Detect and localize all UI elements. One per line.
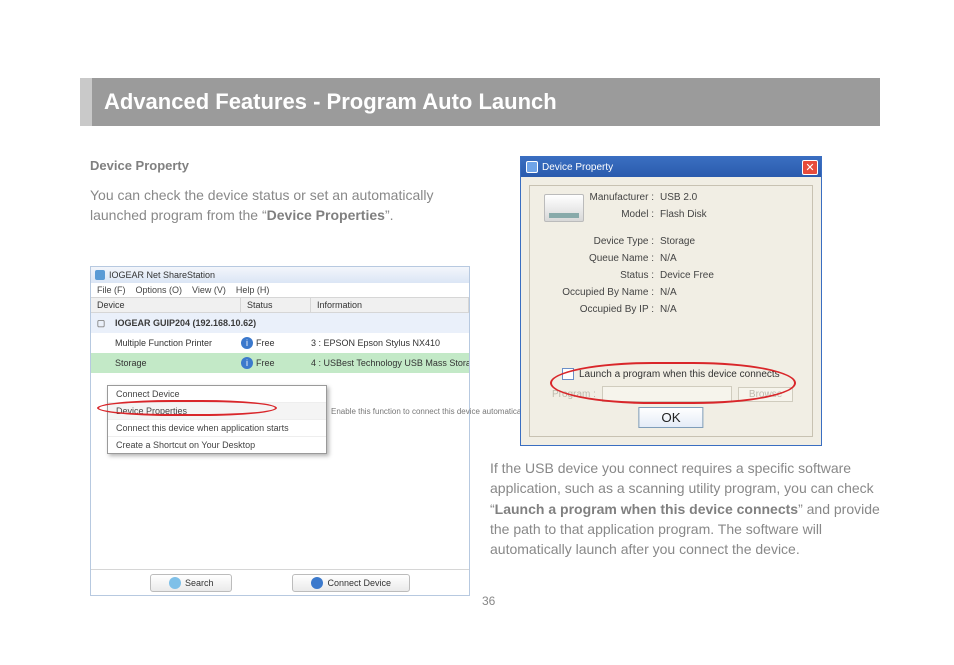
host-row[interactable]: ▢ IOGEAR GUIP204 (192.168.10.62): [91, 313, 469, 333]
lbl-status: Status :: [530, 270, 660, 281]
val-model: Flash Disk: [660, 209, 707, 220]
menu-help[interactable]: Help (H): [236, 285, 270, 295]
page-title: Advanced Features - Program Auto Launch: [104, 89, 557, 115]
search-icon: [169, 577, 181, 589]
lbl-model: Model :: [530, 209, 660, 220]
right-paragraph: If the USB device you connect requires a…: [490, 458, 880, 559]
app-icon: [95, 270, 105, 280]
ctx-device-properties[interactable]: Device Properties: [108, 403, 326, 420]
context-menu: Connect Device Device Properties Connect…: [107, 385, 327, 454]
device-property-dialog: Device Property ✕ Manufacturer :USB 2.0 …: [520, 156, 822, 446]
expand-icon[interactable]: ▢: [91, 318, 111, 329]
sharestation-window: IOGEAR Net ShareStation File (F) Options…: [90, 266, 470, 596]
menubar: File (F) Options (O) View (V) Help (H): [91, 283, 469, 298]
search-label: Search: [185, 578, 214, 588]
val-status: Device Free: [660, 270, 714, 281]
host-label: IOGEAR GUIP204 (192.168.10.62): [111, 318, 256, 328]
device-status: Free: [256, 338, 275, 348]
launch-checkbox[interactable]: [562, 368, 574, 380]
window-title: IOGEAR Net ShareStation: [109, 270, 215, 280]
close-button[interactable]: ✕: [802, 160, 818, 175]
menu-view[interactable]: View (V): [192, 285, 226, 295]
lbl-manufacturer: Manufacturer :: [530, 192, 660, 203]
val-qname: N/A: [660, 253, 677, 264]
device-info: 3 : EPSON Epson Stylus NX410: [311, 338, 469, 348]
device-name: Multiple Function Printer: [111, 338, 241, 348]
dialog-title: Device Property: [542, 162, 613, 173]
val-byip: N/A: [660, 304, 677, 315]
val-byname: N/A: [660, 287, 677, 298]
menu-options[interactable]: Options (O): [136, 285, 183, 295]
ctx-connect[interactable]: Connect Device: [108, 386, 326, 403]
ok-button[interactable]: OK: [638, 407, 703, 428]
connect-label: Connect Device: [327, 578, 391, 588]
connect-device-button[interactable]: Connect Device: [292, 574, 410, 592]
right-bold: Launch a program when this device connec…: [495, 501, 798, 517]
val-devtype: Storage: [660, 236, 695, 247]
dialog-icon: [526, 161, 538, 173]
menu-file[interactable]: File (F): [97, 285, 126, 295]
device-status: Free: [256, 358, 275, 368]
column-headers: Device Status Information: [91, 298, 469, 313]
intro-text: You can check the device status or set a…: [90, 185, 470, 226]
dialog-body: Manufacturer :USB 2.0 Model :Flash Disk …: [529, 185, 813, 437]
col-info: Information: [311, 298, 469, 312]
intro-post: ”.: [385, 207, 394, 223]
list-item-selected[interactable]: Storage iFree 4 : USBest Technology USB …: [91, 353, 469, 373]
lbl-byip: Occupied By IP :: [530, 304, 660, 315]
device-list: ▢ IOGEAR GUIP204 (192.168.10.62) Multipl…: [91, 313, 469, 573]
ctx-autostart-label: Connect this device when application sta…: [116, 423, 289, 433]
launch-checkbox-row[interactable]: Launch a program when this device connec…: [562, 368, 780, 380]
title-accent: [80, 78, 92, 126]
connect-icon: [311, 577, 323, 589]
col-device: Device: [91, 298, 241, 312]
device-name: Storage: [111, 358, 241, 368]
launch-checkbox-label: Launch a program when this device connec…: [579, 369, 780, 380]
ctx-shortcut[interactable]: Create a Shortcut on Your Desktop: [108, 437, 326, 453]
col-status: Status: [241, 298, 311, 312]
device-info: 4 : USBest Technology USB Mass Storage D…: [311, 358, 469, 368]
window-titlebar: IOGEAR Net ShareStation: [91, 267, 469, 283]
ctx-autostart[interactable]: Connect this device when application sta…: [108, 420, 326, 437]
window-footer: Search Connect Device: [91, 569, 469, 595]
dialog-titlebar: Device Property ✕: [521, 157, 821, 177]
lbl-devtype: Device Type :: [530, 236, 660, 247]
val-manufacturer: USB 2.0: [660, 192, 697, 203]
info-icon: i: [241, 357, 253, 369]
search-button[interactable]: Search: [150, 574, 233, 592]
lbl-byname: Occupied By Name :: [530, 287, 660, 298]
browse-button[interactable]: Browse: [738, 387, 793, 402]
info-icon: i: [241, 337, 253, 349]
program-path-input[interactable]: [602, 386, 732, 402]
page-title-bar: Advanced Features - Program Auto Launch: [80, 78, 880, 126]
intro-bold: Device Properties: [267, 207, 385, 223]
left-column: Device Property You can check the device…: [90, 158, 470, 226]
program-row: Program : Browse: [552, 386, 793, 402]
lbl-program: Program :: [552, 389, 596, 400]
section-heading: Device Property: [90, 158, 470, 173]
list-item[interactable]: Multiple Function Printer iFree 3 : EPSO…: [91, 333, 469, 353]
lbl-qname: Queue Name :: [530, 253, 660, 264]
page-number: 36: [482, 594, 495, 608]
